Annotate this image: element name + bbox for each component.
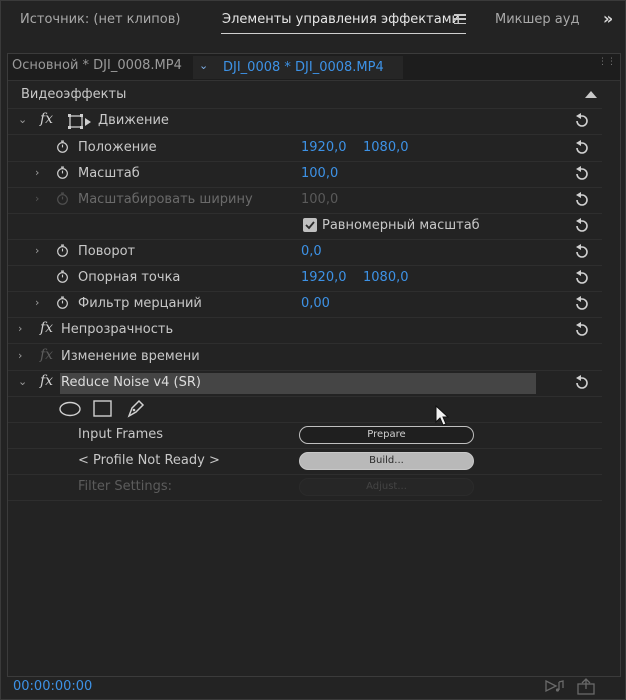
reset-icon[interactable] <box>573 269 591 287</box>
reset-icon[interactable] <box>573 139 591 157</box>
chevron-down-icon: ⌄ <box>199 59 209 72</box>
effect-controls-panel: Основной * DJI_0008.MP4 ⌄ DJI_0008 * DJI… <box>7 53 621 677</box>
chevron-right-icon[interactable]: › <box>35 192 39 205</box>
reset-icon[interactable] <box>573 321 591 339</box>
profile-status-label: < Profile Not Ready > <box>78 453 220 468</box>
scale-value[interactable]: 100,0 <box>301 166 338 181</box>
stopwatch-icon[interactable] <box>56 296 69 309</box>
motion-label: Движение <box>98 113 169 128</box>
rotation-label: Поворот <box>78 244 136 259</box>
property-row-input-frames: Input Frames Prepare <box>8 422 602 449</box>
grip-icon[interactable]: ⋮⋮ <box>598 58 616 67</box>
anchor-y-value[interactable]: 1080,0 <box>363 270 409 285</box>
chevron-right-icon[interactable]: › <box>35 166 39 179</box>
chevron-right-icon[interactable]: › <box>35 296 39 309</box>
flicker-filter-value[interactable]: 0,00 <box>301 296 330 311</box>
rotation-value[interactable]: 0,0 <box>301 244 322 259</box>
reset-icon[interactable] <box>573 191 591 209</box>
play-audio-icon[interactable] <box>544 678 566 694</box>
mouse-cursor-icon <box>435 405 449 426</box>
stopwatch-icon <box>57 192 68 205</box>
reset-icon[interactable] <box>573 112 591 130</box>
effect-row-reduce-noise[interactable]: ⌄ fx Reduce Noise v4 (SR) <box>8 370 602 397</box>
property-row-scale: › Масштаб 100,0 <box>8 161 602 188</box>
ellipse-mask-icon[interactable] <box>59 401 81 417</box>
reset-icon[interactable] <box>573 243 591 261</box>
stopwatch-icon[interactable] <box>56 140 69 153</box>
export-frame-icon[interactable] <box>576 678 598 696</box>
build-button[interactable]: Build... <box>299 452 474 470</box>
active-tab-underline <box>221 33 466 34</box>
prepare-button[interactable]: Prepare <box>299 426 474 444</box>
checkmark-icon <box>305 221 315 230</box>
property-row-rotation: › Поворот 0,0 <box>8 239 602 266</box>
fx-icon[interactable]: fx <box>40 373 53 389</box>
fx-icon[interactable]: fx <box>40 320 53 336</box>
reset-icon[interactable] <box>573 165 591 183</box>
chevron-right-icon[interactable]: › <box>18 349 22 362</box>
property-row-profile: < Profile Not Ready > Build... <box>8 448 602 475</box>
anchor-x-value[interactable]: 1920,0 <box>301 270 347 285</box>
position-y-value[interactable]: 1080,0 <box>363 140 409 155</box>
property-row-flicker-filter: › Фильтр мерцаний 0,00 <box>8 291 602 318</box>
clip-selector-bar: Основной * DJI_0008.MP4 ⌄ DJI_0008 * DJI… <box>8 54 620 81</box>
effect-row-time-remap[interactable]: › fx Изменение времени <box>8 344 602 371</box>
position-x-value[interactable]: 1920,0 <box>301 140 347 155</box>
filter-settings-label: Filter Settings: <box>78 479 173 494</box>
scroll-up-icon[interactable] <box>585 91 597 98</box>
uniform-scale-checkbox[interactable] <box>303 218 317 232</box>
effect-controls-window: Источник: (нет клипов) Элементы управлен… <box>0 0 626 700</box>
chevron-down-icon[interactable]: ⌄ <box>18 113 27 126</box>
effect-row-motion[interactable]: ⌄ fx Движение <box>8 108 602 135</box>
tab-effect-controls[interactable]: Элементы управления эффектами <box>222 11 460 33</box>
tab-overflow-icon[interactable]: ›› <box>603 9 613 28</box>
position-label: Положение <box>78 140 157 155</box>
tab-audio-mixer[interactable]: Микшер ауд <box>495 11 579 33</box>
flicker-filter-label: Фильтр мерцаний <box>78 296 202 311</box>
stopwatch-icon[interactable] <box>56 166 69 179</box>
fx-icon: fx <box>40 347 54 363</box>
mask-tools-row <box>8 396 602 423</box>
sequence-clip-dropdown[interactable]: ⌄ DJI_0008 * DJI_0008.MP4 <box>193 56 403 79</box>
playhead-timecode[interactable]: 00:00:00:00 <box>13 679 92 694</box>
pen-mask-icon[interactable] <box>126 398 146 418</box>
sequence-clip-label: DJI_0008 * DJI_0008.MP4 <box>223 60 384 75</box>
transform-box-icon[interactable] <box>68 114 92 130</box>
source-clip-tab[interactable]: Основной * DJI_0008.MP4 <box>12 58 182 73</box>
reduce-noise-label: Reduce Noise v4 (SR) <box>61 375 201 390</box>
property-row-anchor-point: Опорная точка 1920,0 1080,0 <box>8 265 602 292</box>
video-effects-header: Видеоэффекты <box>8 82 602 109</box>
anchor-point-label: Опорная точка <box>78 270 181 285</box>
fx-icon[interactable]: fx <box>40 111 53 127</box>
uniform-scale-label: Равномерный масштаб <box>322 218 480 233</box>
property-row-scale-width: › Масштабировать ширину 100,0 <box>8 187 602 214</box>
video-effects-label: Видеоэффекты <box>21 87 127 102</box>
reset-icon[interactable] <box>573 217 591 235</box>
input-frames-label: Input Frames <box>78 427 164 442</box>
chevron-right-icon[interactable]: › <box>18 322 22 335</box>
scale-label: Масштаб <box>78 166 140 181</box>
scale-width-label: Масштабировать ширину <box>78 192 253 207</box>
chevron-down-icon[interactable]: ⌄ <box>18 375 27 388</box>
tab-source[interactable]: Источник: (нет клипов) <box>20 11 180 33</box>
panel-menu-icon[interactable] <box>454 14 466 25</box>
adjust-button: Adjust... <box>299 478 474 496</box>
stopwatch-icon[interactable] <box>56 270 69 283</box>
time-remap-label: Изменение времени <box>61 349 200 364</box>
opacity-label: Непрозрачность <box>61 322 174 337</box>
reset-icon[interactable] <box>573 374 591 392</box>
scale-width-value: 100,0 <box>301 192 339 207</box>
reset-icon[interactable] <box>573 295 591 313</box>
panel-tab-bar: Источник: (нет клипов) Элементы управлен… <box>1 1 625 41</box>
stopwatch-icon[interactable] <box>56 244 69 257</box>
property-row-position: Положение 1920,0 1080,0 <box>8 135 602 162</box>
property-row-filter-settings: Filter Settings: Adjust... <box>8 474 602 501</box>
property-row-uniform-scale: Равномерный масштаб <box>8 213 602 240</box>
chevron-right-icon[interactable]: › <box>35 244 39 257</box>
rectangle-mask-icon[interactable] <box>93 400 113 418</box>
effect-row-opacity[interactable]: › fx Непрозрачность <box>8 317 602 344</box>
